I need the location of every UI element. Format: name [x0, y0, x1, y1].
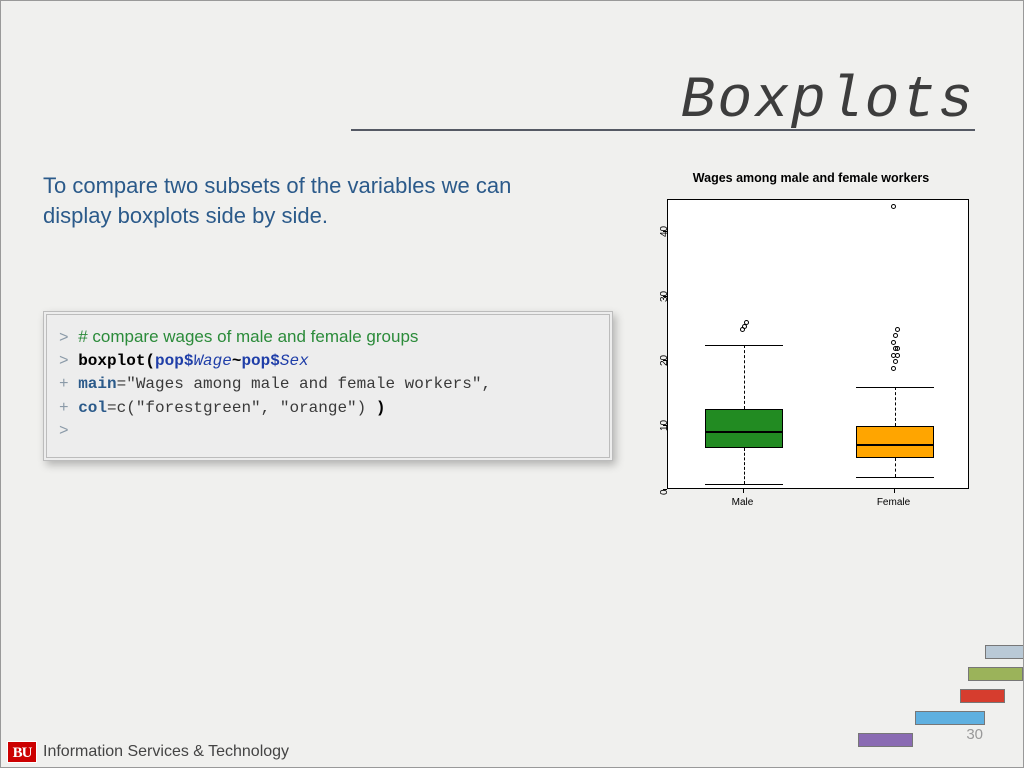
code-comment: # compare wages of male and female group…: [78, 327, 418, 346]
deco-bar: [985, 645, 1024, 659]
chart-title: Wages among male and female workers: [641, 171, 981, 185]
y-tick-label: 0: [659, 489, 670, 495]
title-underline: [351, 129, 975, 131]
footer-org: Information Services & Technology: [43, 743, 289, 761]
x-tick-label: Female: [864, 497, 924, 508]
deco-bar: [915, 711, 985, 725]
boxplot-figure: Wages among male and female workers 0102…: [641, 171, 981, 531]
deco-bar: [858, 733, 913, 747]
deco-bar: [960, 689, 1005, 703]
code-block: > # compare wages of male and female gro…: [43, 311, 613, 461]
box-female: [856, 426, 934, 458]
bu-logo: BU: [7, 741, 37, 763]
box-male: [705, 409, 783, 448]
page-title: Boxplots: [681, 69, 975, 134]
page-number: 30: [966, 726, 983, 743]
plot-area: [667, 199, 969, 489]
slide: Boxplots To compare two subsets of the v…: [0, 0, 1024, 768]
intro-text: To compare two subsets of the variables …: [43, 171, 563, 230]
deco-bar: [968, 667, 1023, 681]
code-fn: boxplot(: [78, 352, 155, 370]
x-tick-label: Male: [713, 497, 773, 508]
